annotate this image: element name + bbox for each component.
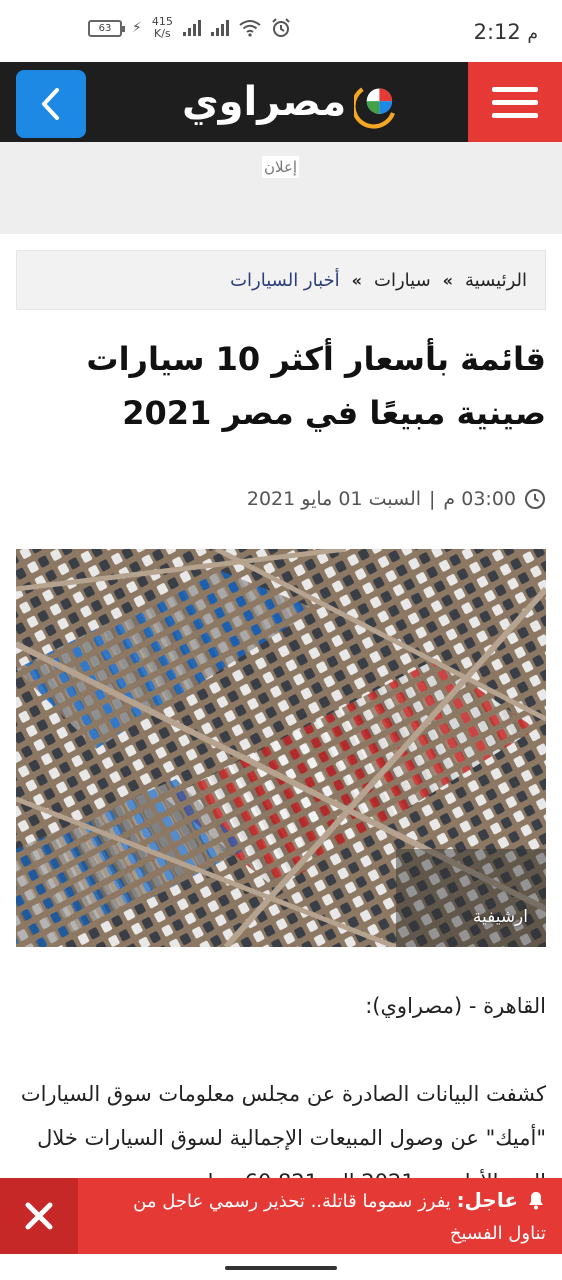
alarm-icon [272, 18, 290, 37]
network-speed: 415 K/s [152, 16, 173, 40]
article-title: قائمة بأسعار أكثر 10 سيارات صينية مبيعًا… [86, 340, 546, 432]
close-button[interactable] [0, 1178, 78, 1254]
site-logo[interactable]: مصراوي [182, 72, 400, 132]
back-button[interactable] [16, 70, 86, 138]
status-icons: 63 ⚡ 415 K/s [88, 16, 291, 40]
hamburger-line [492, 99, 538, 105]
logo-mark-icon [354, 87, 396, 129]
article-date: السبت 01 مايو 2021 [246, 488, 422, 510]
site-header: مصراوي [0, 62, 562, 142]
home-gesture-handle[interactable] [225, 1266, 337, 1270]
menu-button[interactable] [468, 62, 562, 142]
logo-text: مصراوي [182, 79, 347, 125]
breadcrumb-home[interactable]: الرئيسية [465, 270, 527, 291]
article-source: القاهرة - (مصراوي): [365, 994, 546, 1018]
breadcrumb-separator: » [351, 270, 363, 290]
clock-ampm: م [527, 24, 538, 44]
battery-icon: 63 [88, 19, 125, 37]
bell-icon [529, 1192, 543, 1210]
clock-time: م 2:12 [474, 20, 538, 44]
breaking-news-bar[interactable]: عاجل: يفرز سموما قاتلة.. تحذير رسمي عاجل… [0, 1178, 562, 1254]
image-caption: ارشيفية [472, 907, 528, 927]
breadcrumb-cars[interactable]: سيارات [374, 270, 431, 291]
ad-label: إعلان [262, 156, 300, 178]
clock-icon [525, 489, 545, 509]
chevron-left-icon [42, 88, 59, 120]
close-icon [25, 1202, 53, 1230]
hamburger-line [492, 112, 538, 118]
system-nav-bar [0, 1254, 562, 1280]
breadcrumb-separator: » [442, 270, 453, 290]
signal-icon-2 [210, 20, 229, 36]
breadcrumb: الرئيسية » سيارات » أخبار السيارات [16, 250, 546, 310]
hamburger-line [492, 86, 538, 92]
article-time: 03:00 م [443, 488, 516, 510]
breaking-label: عاجل: [456, 1188, 518, 1212]
article-dateline: 03:00 م | السبت 01 مايو 2021 [16, 488, 546, 510]
breaking-news-text[interactable]: عاجل: يفرز سموما قاتلة.. تحذير رسمي عاجل… [90, 1184, 546, 1250]
charging-icon: ⚡ [132, 20, 142, 36]
battery-level: 63 [98, 22, 112, 34]
clock-value: 2:12 [473, 20, 521, 44]
date-separator: | [429, 488, 436, 510]
ad-slot[interactable]: إعلان [0, 142, 562, 234]
status-bar: 63 ⚡ 415 K/s م 2:12 [0, 0, 562, 62]
article-image[interactable]: ارشيفية [16, 549, 546, 947]
breadcrumb-car-news[interactable]: أخبار السيارات [230, 270, 340, 291]
wifi-icon [239, 20, 261, 37]
parking-lot-photo [16, 549, 546, 947]
signal-icon [182, 20, 201, 36]
network-speed-unit: K/s [154, 27, 171, 40]
